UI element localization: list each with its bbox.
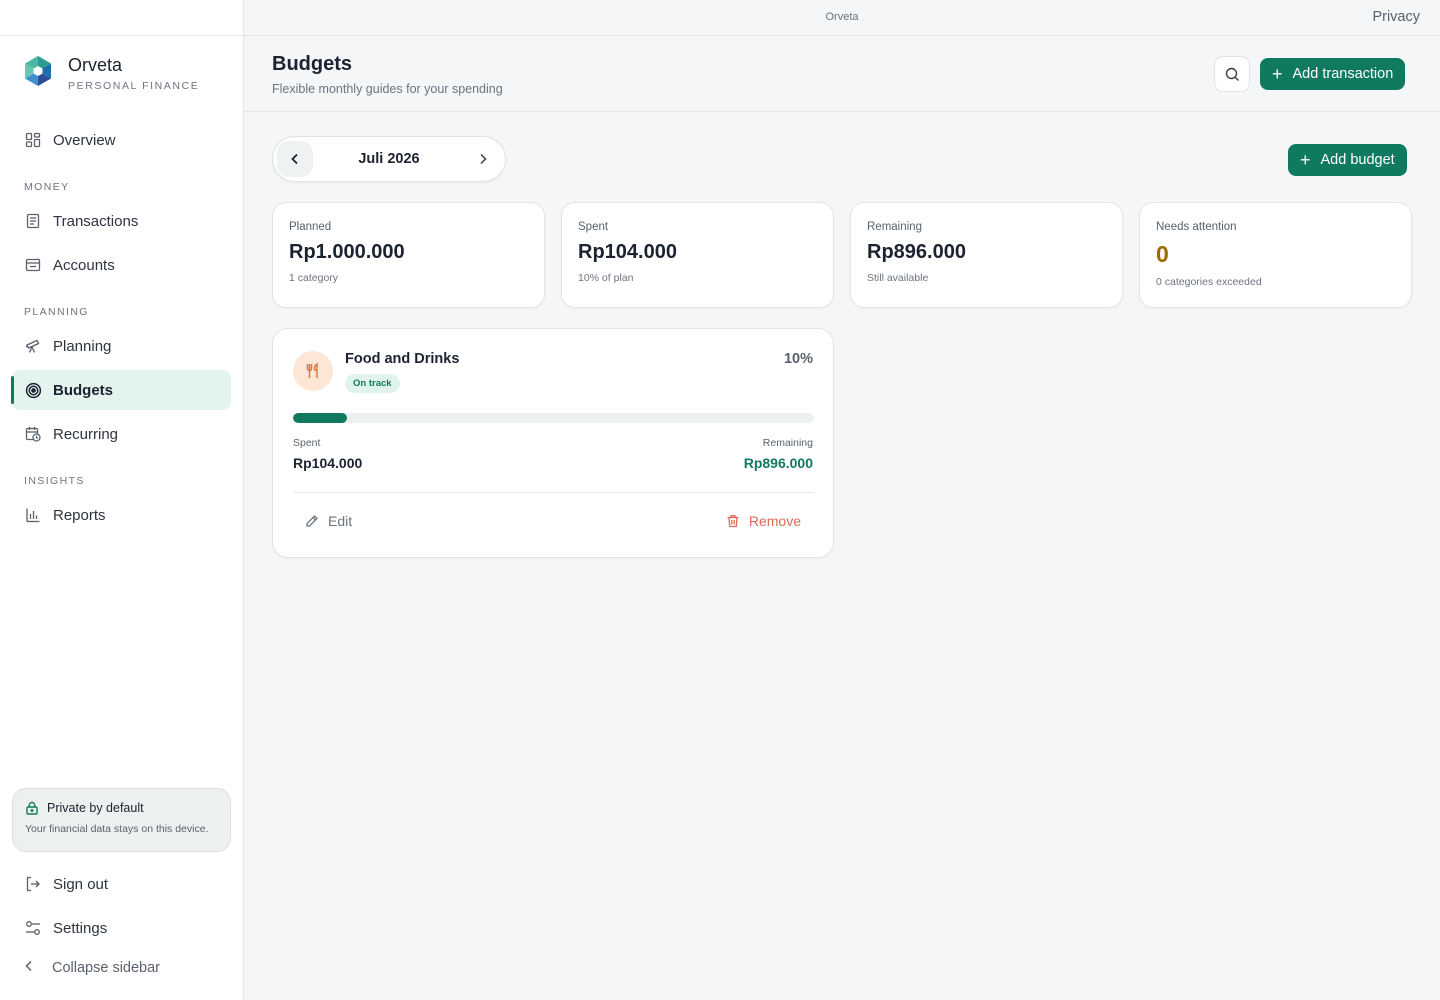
- sidebar-item-label: Planning: [53, 337, 112, 355]
- stat-card-remaining: Remaining Rp896.000 Still available: [850, 202, 1123, 308]
- sidebar-item-label: Recurring: [53, 425, 119, 443]
- sidebar-item-budgets[interactable]: Budgets: [11, 370, 231, 410]
- add-budget-label: Add budget: [1320, 152, 1395, 168]
- stat-value: Rp1.000.000: [289, 241, 405, 263]
- budget-progress-fill: [293, 413, 348, 423]
- status-badge: On track: [345, 374, 400, 393]
- lock-icon: [25, 801, 39, 815]
- settings-label: Settings: [53, 919, 108, 937]
- stat-value: Rp896.000: [867, 241, 966, 263]
- search-icon: [1225, 67, 1239, 81]
- utensils-icon: [306, 362, 318, 378]
- budget-percent: 10%: [783, 351, 813, 367]
- add-transaction-button[interactable]: + Add transaction: [1260, 58, 1406, 90]
- page-header: Budgets Flexible monthly guides for your…: [244, 36, 1440, 112]
- receipt-icon: [24, 212, 42, 230]
- previous-month-button[interactable]: [277, 141, 313, 177]
- stat-note: Still available: [867, 272, 929, 284]
- section-label-planning: PLANNING: [24, 306, 89, 318]
- page-subtitle: Flexible monthly guides for your spendin…: [272, 82, 503, 96]
- sidebar: Orveta PERSONAL FINANCE Overview MONEY T…: [0, 0, 244, 1000]
- edit-budget-button[interactable]: Edit: [305, 513, 352, 529]
- brand-name: Orveta: [68, 55, 123, 75]
- stat-value: Rp104.000: [578, 241, 677, 263]
- privacy-card: Private by default Your financial data s…: [12, 788, 231, 852]
- wallet-icon: [24, 256, 42, 274]
- chevron-left-icon: [291, 153, 298, 165]
- grid-icon: [24, 131, 42, 149]
- sidebar-item-accounts[interactable]: Accounts: [12, 245, 231, 285]
- remaining-value: Rp896.000: [743, 455, 813, 471]
- stat-card-planned: Planned Rp1.000.000 1 category: [272, 202, 545, 308]
- orveta-logo-icon: [25, 56, 51, 86]
- stat-card-spent: Spent Rp104.000 10% of plan: [561, 202, 834, 308]
- stat-note: 0 categories exceeded: [1156, 276, 1262, 288]
- budget-category-name: Food and Drinks: [345, 351, 460, 367]
- plus-icon: +: [1272, 64, 1283, 84]
- edit-label: Edit: [328, 513, 353, 529]
- collapse-sidebar-label: Collapse sidebar: [52, 960, 161, 976]
- stat-label: Spent: [578, 221, 609, 233]
- search-button[interactable]: [1214, 56, 1250, 92]
- section-label-insights: INSIGHTS: [24, 475, 85, 487]
- pencil-icon: [305, 514, 319, 528]
- month-label: Juli 2026: [358, 151, 420, 167]
- stat-label: Planned: [289, 221, 332, 233]
- sliders-icon: [24, 919, 42, 937]
- remove-label: Remove: [748, 513, 801, 529]
- calendar-clock-icon: [24, 425, 42, 443]
- stat-value: 0: [1156, 241, 1169, 267]
- sidebar-item-label: Accounts: [53, 256, 115, 274]
- sign-out-button[interactable]: Sign out: [12, 864, 231, 904]
- divider: [293, 492, 814, 493]
- add-transaction-label: Add transaction: [1292, 66, 1394, 82]
- chevron-right-icon: [480, 153, 487, 165]
- sidebar-top-strip: [0, 0, 243, 36]
- privacy-link[interactable]: Privacy: [1372, 9, 1420, 25]
- sidebar-item-transactions[interactable]: Transactions: [12, 201, 231, 241]
- remove-budget-button[interactable]: Remove: [726, 513, 801, 529]
- sign-out-label: Sign out: [53, 875, 109, 893]
- target-icon: [24, 381, 42, 399]
- stat-note: 1 category: [289, 272, 339, 284]
- chevron-left-icon: [24, 960, 40, 976]
- spent-label: Spent: [293, 437, 321, 449]
- settings-button[interactable]: Settings: [12, 908, 231, 948]
- stat-note: 10% of plan: [578, 272, 634, 284]
- brand-tagline: PERSONAL FINANCE: [68, 80, 200, 92]
- sidebar-item-label: Overview: [53, 131, 116, 149]
- sign-out-icon: [24, 875, 42, 893]
- budget-progress-bar: [293, 413, 814, 423]
- sidebar-item-recurring[interactable]: Recurring: [12, 414, 231, 454]
- stat-label: Needs attention: [1156, 221, 1237, 233]
- bar-chart-icon: [24, 506, 42, 524]
- sidebar-item-reports[interactable]: Reports: [12, 495, 231, 535]
- remaining-label: Remaining: [762, 437, 813, 449]
- sidebar-item-label: Budgets: [53, 381, 113, 399]
- stat-label: Remaining: [867, 221, 922, 233]
- sidebar-item-label: Transactions: [53, 212, 139, 230]
- trash-icon: [726, 514, 740, 528]
- sidebar-item-overview[interactable]: Overview: [12, 120, 231, 160]
- privacy-text: Your financial data stays on this device…: [25, 823, 209, 835]
- category-icon-badge: [293, 351, 333, 391]
- month-switcher: Juli 2026: [272, 136, 506, 182]
- add-budget-button[interactable]: + Add budget: [1288, 144, 1407, 176]
- stat-card-needs-attention: Needs attention 0 0 categories exceeded: [1139, 202, 1412, 308]
- section-label-money: MONEY: [24, 181, 70, 193]
- spent-value: Rp104.000: [293, 455, 363, 471]
- brand[interactable]: Orveta PERSONAL FINANCE: [22, 54, 199, 92]
- telescope-icon: [24, 337, 42, 355]
- sidebar-item-planning[interactable]: Planning: [12, 326, 231, 366]
- next-month-button[interactable]: [471, 147, 495, 171]
- page-title: Budgets: [272, 53, 352, 75]
- collapse-sidebar-button[interactable]: Collapse sidebar: [24, 960, 160, 976]
- budget-card: Food and Drinks On track 10% Spent Rp104…: [272, 328, 834, 558]
- plus-icon: +: [1300, 150, 1311, 170]
- top-bar: Orveta Privacy: [244, 0, 1440, 36]
- privacy-title: Private by default: [47, 801, 144, 815]
- sidebar-item-label: Reports: [53, 506, 106, 524]
- top-bar-title: Orveta: [825, 11, 859, 23]
